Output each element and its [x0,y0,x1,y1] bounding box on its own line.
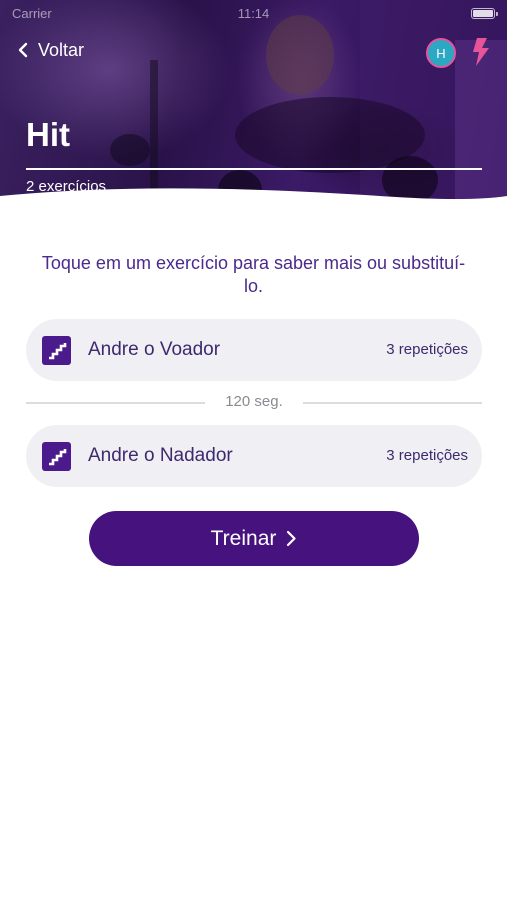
exercise-name: Andre o Nadador [88,445,233,466]
status-bar: Carrier 11:14 [0,0,507,26]
back-label: Voltar [38,39,85,60]
instruction-text: Toque em um exercício para saber mais ou… [41,253,466,296]
avatar[interactable]: H [426,38,456,68]
exercise-item-andre-o-nadador[interactable]: Andre o Nadador 3 repetições [26,425,482,487]
workout-screen: Carrier 11:14 Voltar H Hit 2 exercícios … [0,0,507,900]
train-button[interactable]: Treinar [89,511,419,566]
exercise-count: 2 exercícios [26,178,107,195]
page-title: Hit [26,116,70,153]
title-divider [26,168,482,170]
status-time: 11:14 [237,6,270,21]
chevron-right-icon [287,530,296,547]
divider-line-right [303,402,482,404]
chevron-left-icon [18,42,28,58]
stairs-icon [42,442,71,471]
lightning-bolt-icon[interactable] [468,36,492,68]
back-button[interactable]: Voltar [16,36,84,64]
rest-divider: 120 seg. [26,392,482,414]
rest-duration: 120 seg. [225,393,283,410]
battery-icon [471,8,498,19]
stairs-icon [42,336,71,365]
workout-header: Carrier 11:14 Voltar H Hit 2 exercícios [0,0,507,215]
divider-line-left [26,402,205,404]
exercise-reps: 3 repetições [386,341,468,358]
exercise-item-andre-o-voador[interactable]: Andre o Voador 3 repetições [26,319,482,381]
exercise-name: Andre o Voador [88,339,221,360]
exercise-reps: 3 repetições [386,447,468,464]
train-button-label: Treinar [210,526,277,550]
